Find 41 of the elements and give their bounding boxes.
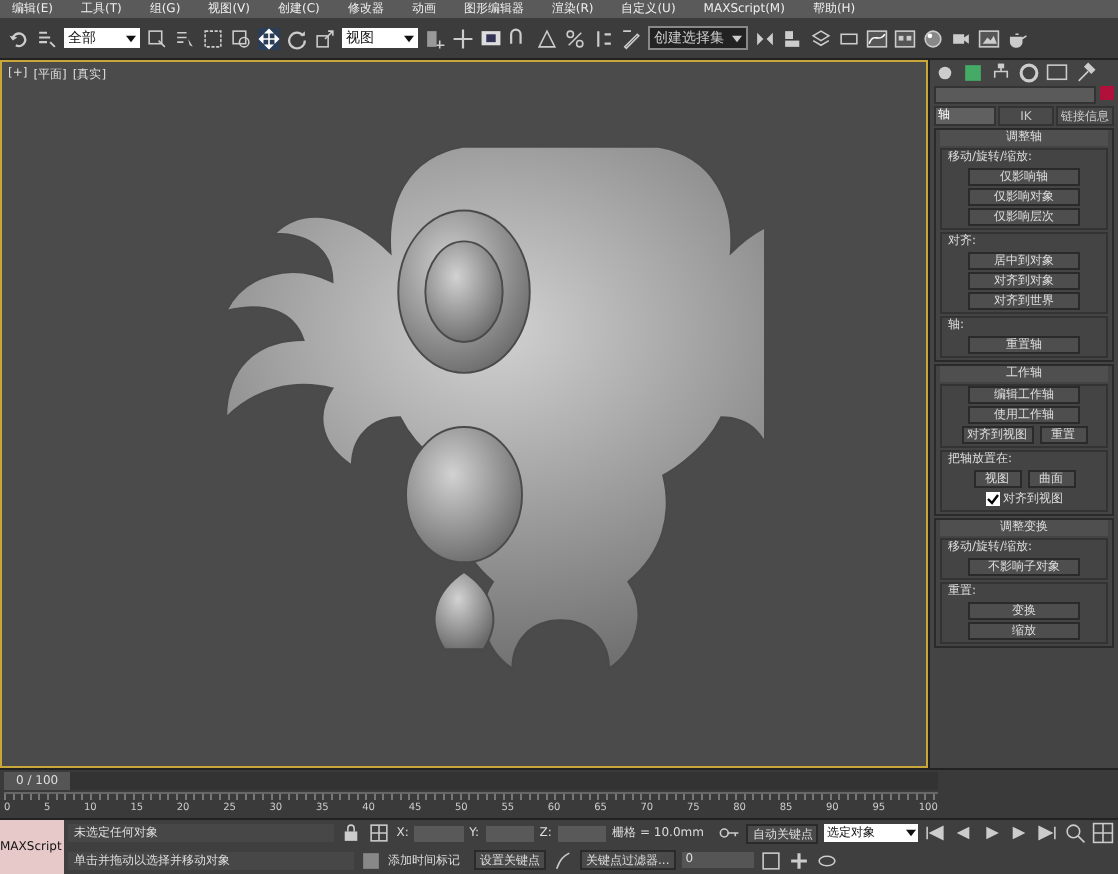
previous-frame-icon[interactable] [952, 822, 975, 845]
hammer-icon[interactable] [1074, 62, 1096, 84]
name-field[interactable] [934, 86, 1096, 104]
coordinate-field[interactable] [485, 825, 534, 842]
go-to-end-icon[interactable] [1036, 822, 1059, 845]
coordinate-field[interactable] [414, 825, 464, 842]
pivot-icon[interactable] [424, 27, 446, 49]
material-editor-icon[interactable] [922, 27, 944, 49]
scale-icon[interactable] [314, 27, 336, 49]
window-crossing-icon[interactable] [230, 27, 252, 49]
mirror-icon[interactable] [754, 27, 776, 49]
caret-icon [732, 33, 742, 43]
zoom-all-icon[interactable] [1092, 822, 1115, 845]
lock-icon[interactable] [340, 822, 363, 845]
coordinate-field[interactable] [557, 825, 607, 842]
go-to-start-icon[interactable] [924, 822, 947, 845]
select-object-icon[interactable] [146, 27, 168, 49]
time-tag-icon[interactable] [360, 849, 382, 872]
percent-snap-icon[interactable] [564, 27, 586, 49]
play-icon[interactable] [980, 822, 1003, 845]
checkbox[interactable] [985, 492, 999, 506]
align-icon[interactable] [782, 27, 804, 49]
undo-icon[interactable] [8, 27, 30, 49]
caret-icon [126, 33, 136, 43]
pan-icon[interactable] [787, 849, 810, 872]
rectangle-selection-icon[interactable] [202, 27, 224, 49]
caret-icon [906, 828, 917, 839]
curve-editor-icon[interactable] [866, 27, 888, 49]
layer-icon[interactable] [810, 27, 832, 49]
select-by-name-icon[interactable] [174, 27, 196, 49]
hierarchy-icon[interactable] [990, 62, 1012, 84]
angle-snap-icon[interactable] [536, 27, 558, 49]
caret-icon [404, 33, 414, 43]
color-swatch[interactable] [1100, 86, 1114, 100]
rotate-icon[interactable] [286, 27, 308, 49]
absolute-mode-icon[interactable] [368, 822, 391, 845]
rendered-frame-icon[interactable] [978, 27, 1000, 49]
schematic-view-icon[interactable] [894, 27, 916, 49]
move-icon[interactable] [258, 27, 280, 49]
zoom-icon[interactable] [1064, 822, 1087, 845]
modify-icon[interactable] [962, 62, 984, 84]
